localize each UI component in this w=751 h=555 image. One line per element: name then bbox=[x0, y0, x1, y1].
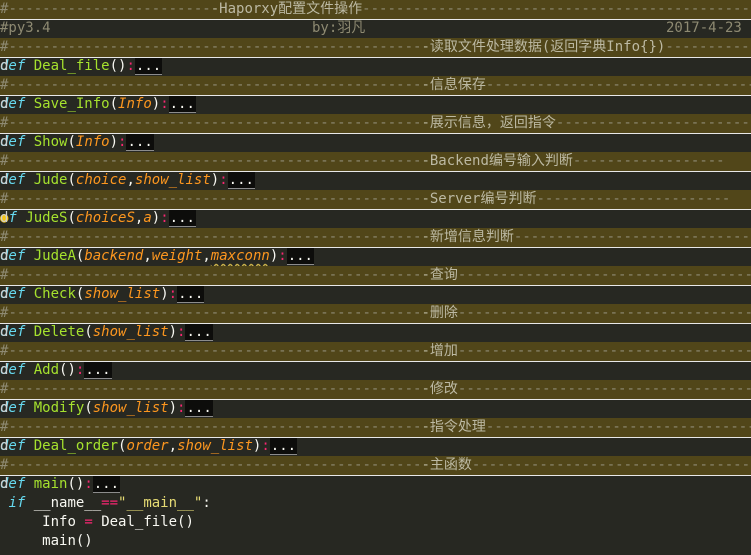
code-line-def[interactable]: d def Save_Info(Info):... bbox=[0, 95, 751, 114]
function-name: JudeS bbox=[25, 210, 68, 226]
comment-version: #py3.4 bbox=[0, 20, 51, 36]
fold-marker[interactable]: d bbox=[0, 171, 8, 190]
section-label: -Backend编号输入判断 bbox=[421, 153, 573, 169]
fold-ellipsis[interactable]: ... bbox=[126, 134, 154, 151]
fold-marker[interactable]: d bbox=[0, 57, 8, 76]
fold-ellipsis[interactable]: ... bbox=[269, 438, 298, 455]
function-name: Deal_order bbox=[33, 438, 119, 454]
fold-ellipsis[interactable]: ... bbox=[227, 172, 255, 189]
fold-ellipsis[interactable]: ... bbox=[168, 210, 196, 227]
fold-marker[interactable]: d bbox=[0, 399, 8, 418]
code-line-if[interactable]: if __name__=="__main__": bbox=[0, 494, 751, 513]
code-line-def[interactable]: d def Deal_order(order,show_list):... bbox=[0, 437, 751, 456]
section-comment: #---------------------------------------… bbox=[0, 38, 751, 58]
section-comment: #---------------------------------------… bbox=[0, 342, 751, 362]
function-name: Deal_file bbox=[33, 58, 110, 74]
section-label: -展示信息，返回指令 bbox=[421, 115, 556, 131]
code-editor[interactable]: #-------------------------Haporxy配置文件操作-… bbox=[0, 0, 751, 555]
comment-author: by:羽凡 bbox=[312, 20, 366, 36]
fold-ellipsis[interactable]: ... bbox=[134, 58, 163, 75]
section-comment: #---------------------------------------… bbox=[0, 304, 751, 324]
section-label: -主函数 bbox=[421, 457, 472, 473]
fold-ellipsis[interactable]: ... bbox=[185, 400, 213, 417]
function-name: Jude bbox=[33, 172, 68, 188]
comment-date: 2017-4-23 bbox=[666, 20, 742, 36]
fold-marker[interactable]: d bbox=[0, 361, 8, 380]
section-label: -信息保存 bbox=[421, 77, 486, 93]
code-line-def[interactable]: d def Add():... bbox=[0, 361, 751, 380]
comment-meta-line: #py3.4 by:羽凡 2017-4-23 bbox=[0, 19, 751, 38]
function-name: Show bbox=[33, 134, 68, 150]
code-line-def[interactable]: d def Delete(show_list):... bbox=[0, 323, 751, 342]
warning-squiggle[interactable]: maxconn bbox=[211, 248, 270, 264]
section-comment: #---------------------------------------… bbox=[0, 456, 751, 476]
function-name: Save_Info bbox=[33, 96, 110, 112]
fold-ellipsis[interactable]: ... bbox=[84, 362, 112, 379]
function-name: JudeA bbox=[33, 248, 76, 264]
section-comment: #---------------------------------------… bbox=[0, 418, 751, 438]
fold-marker[interactable]: d bbox=[0, 95, 8, 114]
section-comment: #---------------------------------------… bbox=[0, 114, 751, 134]
function-name: Check bbox=[33, 286, 76, 302]
code-line-call[interactable]: main() bbox=[0, 532, 751, 551]
fold-ellipsis[interactable]: ... bbox=[168, 96, 196, 113]
code-line-def[interactable]: d def Modify(show_list):... bbox=[0, 399, 751, 418]
section-comment: #---------------------------------------… bbox=[0, 190, 751, 210]
comment-title-line: #-------------------------Haporxy配置文件操作-… bbox=[0, 0, 751, 20]
fold-marker[interactable]: d bbox=[0, 323, 8, 342]
fold-ellipsis[interactable]: ... bbox=[185, 324, 213, 341]
section-label: -新增信息判断 bbox=[421, 229, 514, 245]
code-line-def[interactable]: d def Jude(choice,show_list):... bbox=[0, 171, 751, 190]
function-name: main bbox=[33, 476, 68, 492]
section-label: -查询 bbox=[421, 267, 458, 283]
code-line-def[interactable]: d ●f JudeS(choiceS,a):... bbox=[0, 209, 751, 228]
section-comment: #---------------------------------------… bbox=[0, 228, 751, 248]
fold-marker[interactable]: d bbox=[0, 475, 8, 494]
fold-marker[interactable]: d bbox=[0, 209, 8, 228]
section-label: -修改 bbox=[421, 381, 458, 397]
code-line-def[interactable]: d def main():... bbox=[0, 475, 751, 494]
section-label: -删除 bbox=[421, 305, 458, 321]
code-line-def[interactable]: d def Deal_file():... bbox=[0, 57, 751, 76]
code-line-def[interactable]: d def Check(show_list):... bbox=[0, 285, 751, 304]
code-line-def[interactable]: d def Show(Info):... bbox=[0, 133, 751, 152]
section-label: -Server编号判断 bbox=[421, 191, 537, 207]
fold-ellipsis[interactable]: ... bbox=[286, 248, 314, 265]
section-comment: #---------------------------------------… bbox=[0, 380, 751, 400]
fold-marker[interactable]: d bbox=[0, 437, 8, 456]
fold-marker[interactable]: d bbox=[0, 247, 8, 266]
fold-ellipsis[interactable]: ... bbox=[92, 476, 121, 493]
section-label: -读取文件处理数据(返回字典Info{}) bbox=[421, 39, 666, 55]
section-label: -增加 bbox=[421, 343, 458, 359]
section-comment: #---------------------------------------… bbox=[0, 266, 751, 286]
comment-title: -Haporxy配置文件操作 bbox=[210, 1, 363, 17]
section-comment: #---------------------------------------… bbox=[0, 76, 751, 96]
fold-marker[interactable]: d bbox=[0, 133, 8, 152]
function-name: Modify bbox=[33, 400, 85, 416]
code-line-assign[interactable]: Info = Deal_file() bbox=[0, 513, 751, 532]
section-comment: #---------------------------------------… bbox=[0, 152, 751, 172]
section-label: -指令处理 bbox=[421, 419, 486, 435]
code-line-def[interactable]: d def JudeA(backend,weight,maxconn):... bbox=[0, 247, 751, 266]
fold-marker[interactable]: d bbox=[0, 285, 8, 304]
function-name: Delete bbox=[33, 324, 85, 340]
fold-ellipsis[interactable]: ... bbox=[177, 286, 205, 303]
function-name: Add bbox=[33, 362, 60, 378]
